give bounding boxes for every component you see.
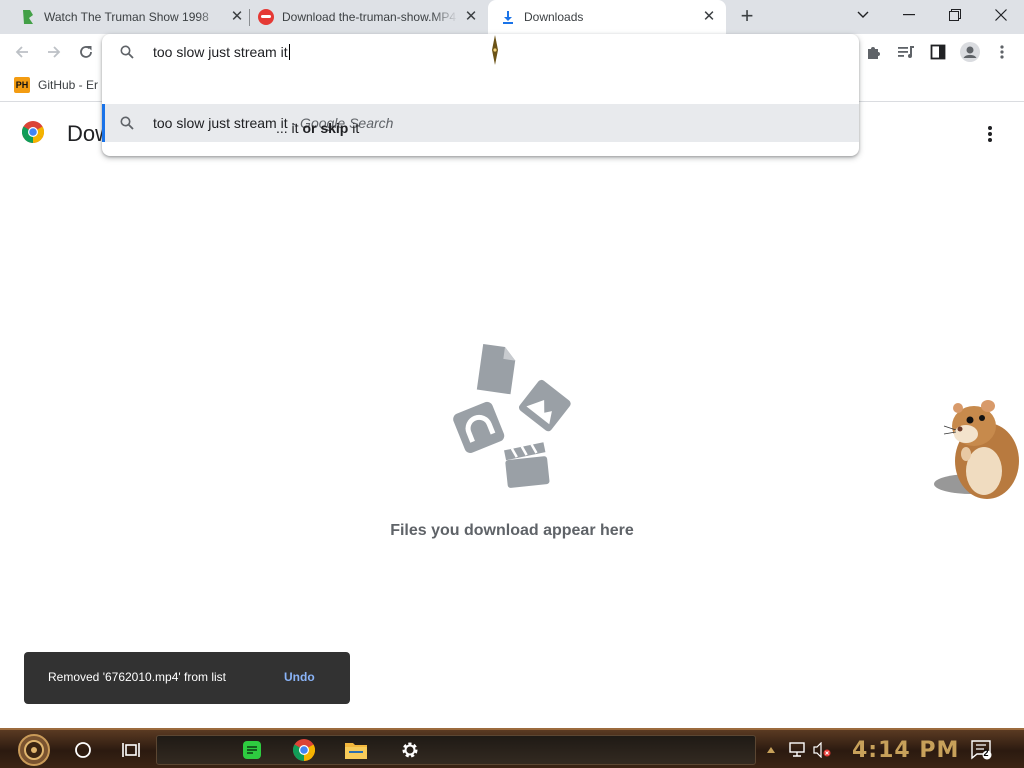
tab-title: Download the-truman-show.MP4 — [282, 10, 457, 24]
close-tab-icon[interactable]: ✕ — [228, 8, 246, 26]
tab-title: Watch The Truman Show 1998 — [44, 10, 209, 24]
undo-button[interactable]: Undo — [284, 670, 315, 684]
action-center-button[interactable]: 2 — [970, 738, 994, 762]
arrow-right-icon — [48, 46, 61, 58]
taskbar-app-chrome[interactable] — [292, 738, 316, 762]
search-icon — [120, 45, 134, 59]
start-button[interactable] — [12, 733, 56, 767]
omnibox-suggestion-search[interactable]: too slow just stream it - Google Search — [102, 104, 859, 142]
omnibox-dropdown: too slow just stream it too slow just st… — [102, 34, 859, 156]
profile-button[interactable] — [959, 41, 981, 63]
minimize-button[interactable] — [886, 0, 932, 30]
search-button[interactable] — [71, 738, 95, 762]
empty-state-message: Files you download appear here — [390, 522, 634, 539]
forward-button[interactable] — [43, 41, 65, 63]
close-tab-icon[interactable]: ✕ — [700, 8, 718, 26]
restore-icon — [949, 9, 961, 21]
chevron-up-icon — [767, 747, 775, 753]
media-controls-button[interactable] — [895, 41, 917, 63]
close-tab-icon[interactable]: ✕ — [462, 8, 480, 26]
suggestion-query: too slow just stream it — [153, 115, 288, 131]
steampunk-gear-start-icon — [18, 734, 50, 766]
snackbar-message: Removed '6762010.mp4' from list — [48, 670, 227, 684]
new-tab-button[interactable]: + — [736, 5, 758, 28]
document-icon — [476, 343, 516, 395]
empty-downloads-illustration — [453, 343, 571, 488]
tab-search-button[interactable] — [840, 0, 886, 30]
task-view-button[interactable] — [119, 738, 143, 762]
tab-watch-truman-show[interactable]: Watch The Truman Show 1998 ✕ — [20, 0, 246, 34]
cortana-circle-icon — [75, 742, 91, 758]
hamster-desktop-pet[interactable] — [932, 396, 1020, 504]
green-notes-icon — [243, 741, 261, 759]
downloads-menu-button[interactable] — [982, 123, 998, 145]
taskbar-app-settings[interactable] — [398, 738, 422, 762]
minimize-icon — [903, 14, 915, 16]
folder-icon — [345, 743, 367, 759]
gear-icon — [402, 742, 418, 758]
reload-button[interactable] — [75, 41, 97, 63]
hint-part: it — [348, 120, 360, 136]
text-caret — [288, 44, 290, 60]
download-icon — [500, 9, 516, 25]
side-panel-icon — [930, 44, 946, 60]
arrow-left-icon — [15, 46, 28, 58]
video-clapper-icon — [504, 442, 550, 488]
reload-icon — [80, 46, 92, 58]
omnibox-query-text: too slow just stream it — [153, 44, 288, 60]
taskbar-app-notes[interactable] — [240, 738, 264, 762]
site-favicon — [20, 9, 36, 25]
tab-separator — [249, 9, 250, 26]
tab-title: Downloads — [524, 10, 584, 24]
hint-part: ... it — [276, 120, 303, 136]
more-vertical-icon — [1000, 45, 1004, 59]
overlay-hint-text: ... it or skip it — [276, 120, 359, 136]
ph-favicon-icon: PH — [14, 77, 30, 93]
tab-strip: Watch The Truman Show 1998 ✕ Download th… — [0, 0, 1024, 34]
bookmark-label: GitHub - Er — [38, 78, 99, 92]
image-icon — [518, 379, 571, 432]
close-window-button[interactable] — [978, 0, 1024, 30]
taskbar: 4:14 PM 2 — [0, 728, 1024, 768]
back-button[interactable] — [11, 41, 33, 63]
network-icon — [789, 742, 805, 757]
taskbar-app-file-explorer[interactable] — [344, 738, 368, 762]
omnibox-input[interactable]: too slow just stream it — [102, 34, 859, 70]
search-icon — [120, 116, 134, 130]
side-panel-button[interactable] — [927, 41, 949, 63]
chrome-icon — [293, 739, 315, 761]
snackbar: Removed '6762010.mp4' from list Undo — [24, 652, 350, 704]
tab-download-truman-show[interactable]: Download the-truman-show.MP4 ✕ — [258, 0, 480, 34]
taskbar-clock[interactable]: 4:14 PM — [852, 738, 959, 763]
chrome-menu-button[interactable] — [991, 41, 1013, 63]
tab-downloads[interactable]: Downloads ✕ — [488, 0, 726, 34]
notification-count: 2 — [983, 748, 989, 758]
task-view-icon — [122, 743, 140, 757]
extensions-button[interactable] — [863, 41, 885, 63]
chevron-down-icon — [857, 11, 869, 18]
chrome-logo-icon — [22, 121, 44, 143]
show-hidden-icons-button[interactable] — [764, 738, 778, 762]
puzzle-icon — [868, 47, 880, 59]
cursor-pointer-icon — [492, 35, 498, 65]
playlist-music-icon — [898, 46, 914, 58]
network-status[interactable] — [786, 738, 810, 762]
audio-icon — [453, 401, 505, 453]
avatar-icon — [960, 42, 980, 62]
restore-button[interactable] — [932, 0, 978, 30]
hint-part-bold: or skip — [302, 120, 349, 136]
volume-status[interactable] — [810, 738, 834, 762]
site-favicon — [258, 9, 274, 25]
close-icon — [995, 9, 1007, 21]
speaker-muted-icon — [813, 742, 831, 758]
bookmark-github[interactable]: PH GitHub - Er — [14, 77, 98, 93]
